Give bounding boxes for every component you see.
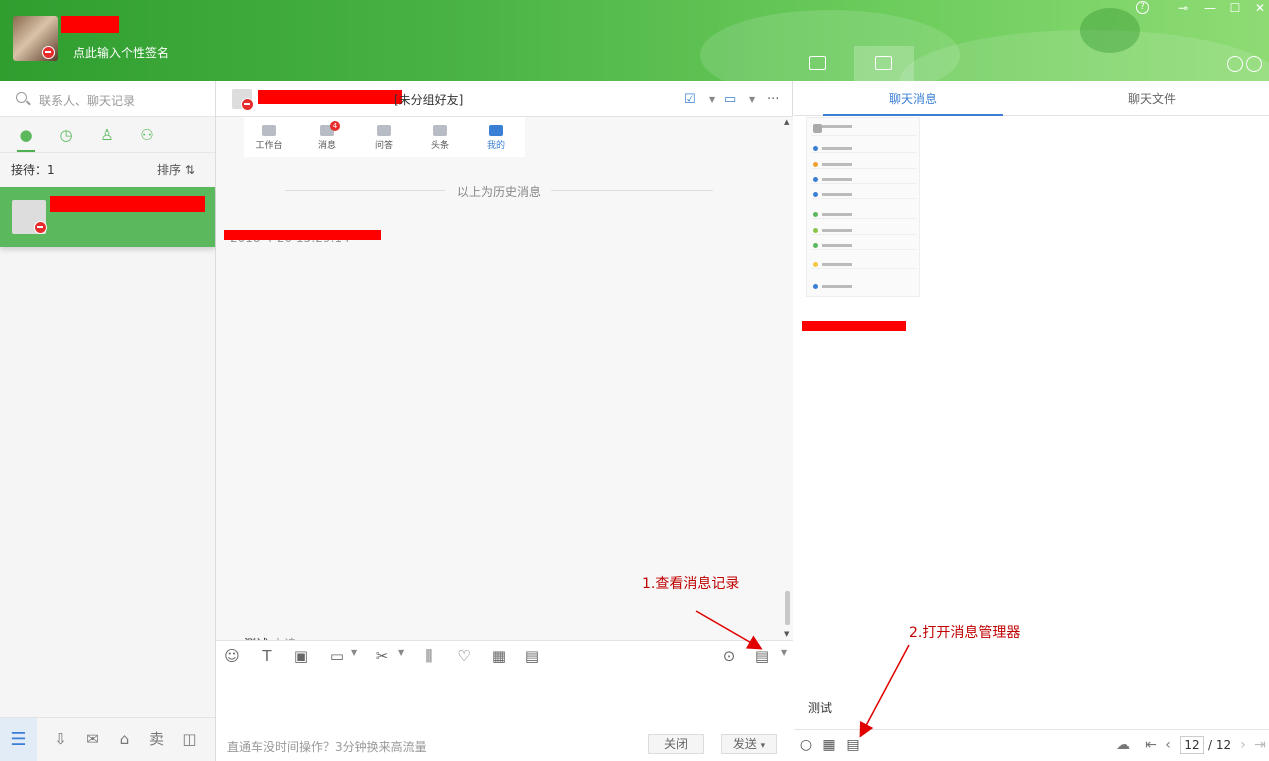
annotation-arrows	[695, 610, 910, 738]
arrow-step2	[859, 644, 910, 738]
arrow-step1	[695, 610, 763, 650]
